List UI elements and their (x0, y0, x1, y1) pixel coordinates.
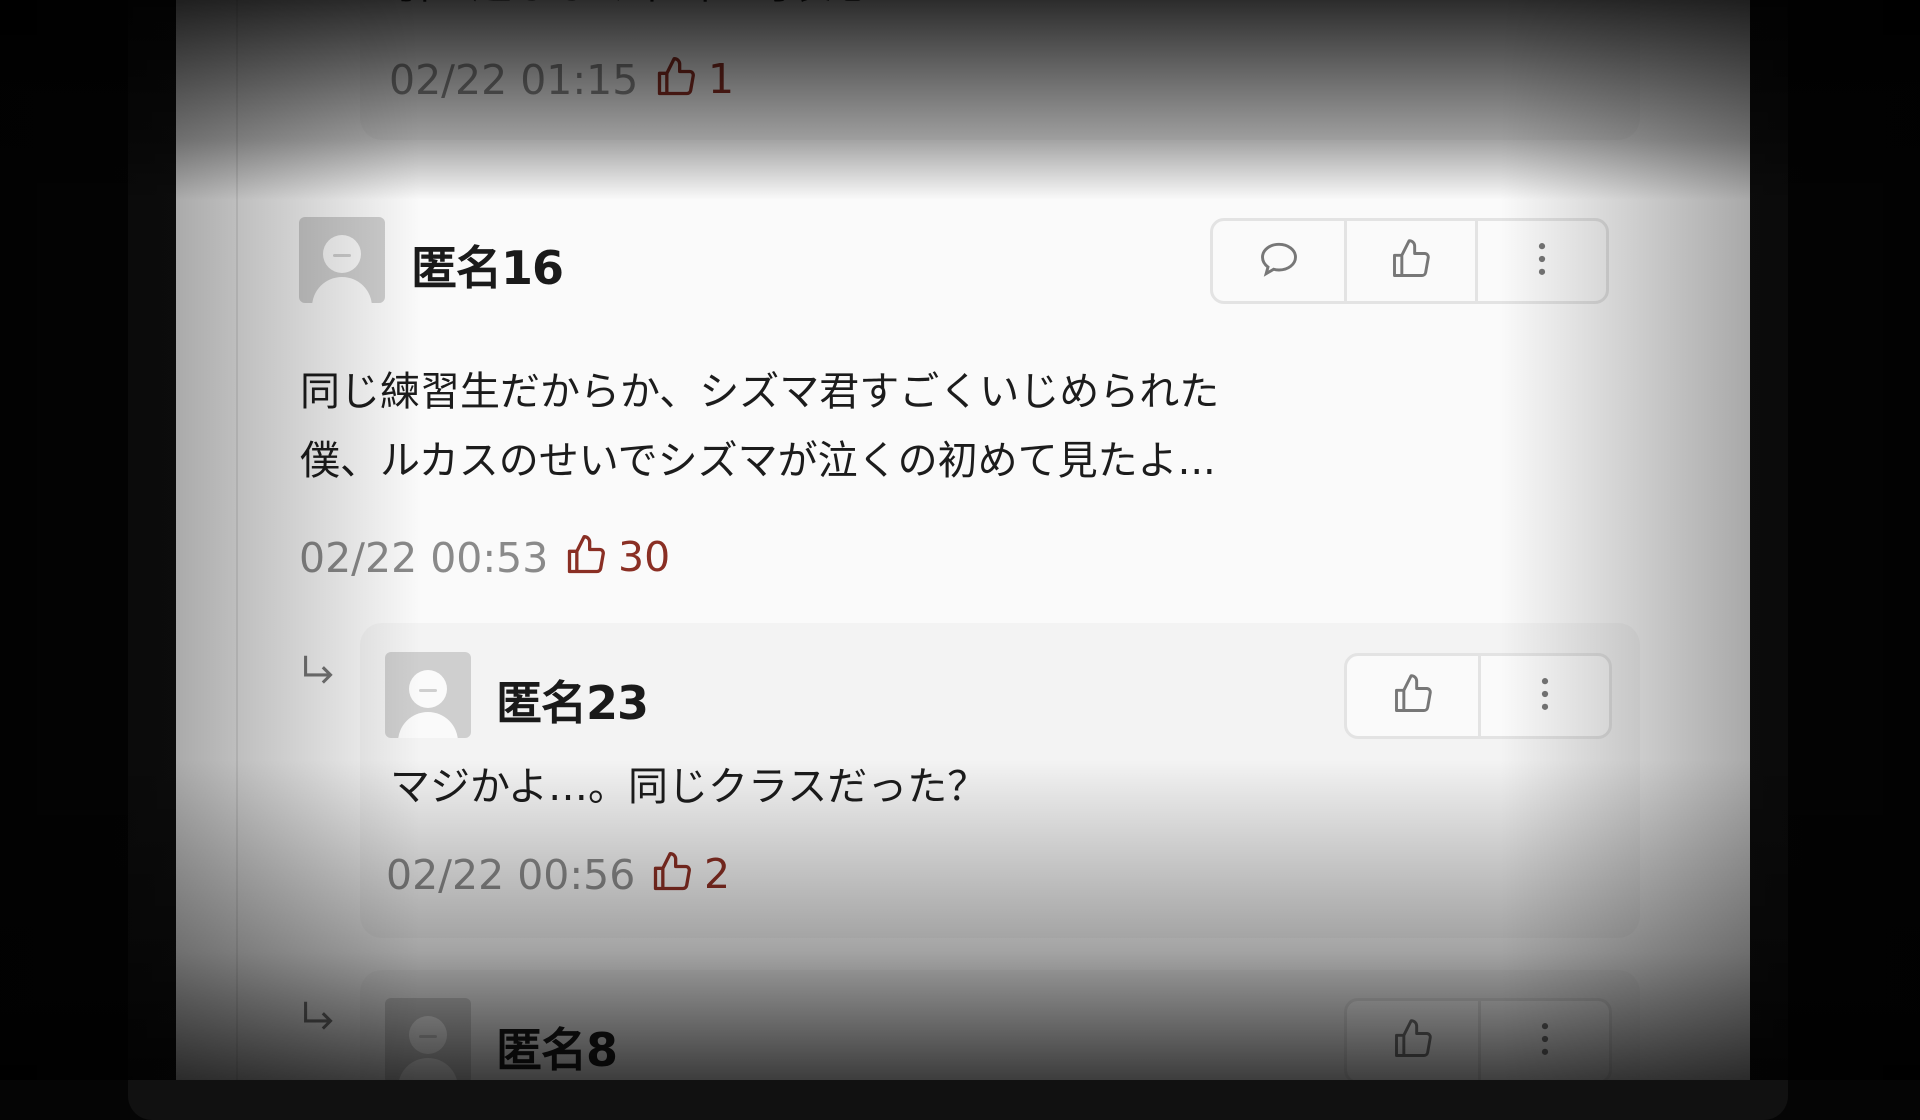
like-button[interactable] (1344, 221, 1475, 301)
comment-screen: 引っ越ししく本当に可哀想 02/22 01:15 1 匿名16 同じ練習生だから… (176, 0, 1750, 1080)
comment-like-info[interactable]: 30 (564, 533, 670, 581)
thumbs-up-icon (654, 55, 698, 103)
comment-text-line-2: 僕、ルカスのせいでシズマが泣くの初めて見たよ... (300, 438, 1216, 484)
avatar[interactable] (385, 998, 471, 1080)
more-vertical-icon (1523, 1017, 1567, 1065)
partial-comment-timestamp: 02/22 01:15 (389, 56, 639, 104)
thumbs-up-icon (650, 850, 694, 898)
more-options-button[interactable] (1475, 221, 1606, 301)
partial-comment-like-count: 1 (708, 55, 735, 103)
reply-username: 匿名8 (496, 1023, 618, 1077)
thread-line (236, 0, 238, 1080)
reply-like-count: 2 (704, 850, 731, 898)
reply-like-info[interactable]: 2 (650, 850, 730, 898)
avatar[interactable] (299, 217, 385, 303)
comment-timestamp: 02/22 00:53 (299, 534, 549, 582)
more-options-button[interactable] (1478, 1001, 1609, 1080)
more-vertical-icon (1520, 237, 1564, 285)
comment-icon (1257, 237, 1301, 285)
reply-arrow-icon (296, 996, 342, 1046)
thumbs-up-icon (1389, 237, 1433, 285)
reply-action-group (1344, 653, 1612, 739)
comment-action-group (1210, 218, 1609, 304)
reply-arrow-icon (296, 650, 342, 700)
reply-username: 匿名23 (496, 676, 649, 730)
avatar[interactable] (385, 652, 471, 738)
thumbs-up-icon (564, 533, 608, 581)
partial-comment-text: 引っ越ししく本当に可哀想 (392, 0, 872, 20)
reply-text: マジかよ…。同じクラスだった？ (390, 764, 988, 810)
reply-timestamp: 02/22 00:56 (386, 851, 636, 899)
comment-username: 匿名16 (411, 241, 564, 295)
partial-comment-like-info[interactable]: 1 (654, 55, 734, 103)
comment-like-count: 30 (618, 533, 671, 581)
like-button[interactable] (1347, 1001, 1478, 1080)
more-options-button[interactable] (1478, 656, 1609, 736)
comment-text-line-1: 同じ練習生だからか、シズマ君すごくいじめられた (300, 369, 1220, 415)
like-button[interactable] (1347, 656, 1478, 736)
more-vertical-icon (1523, 672, 1567, 720)
reply-action-group (1344, 998, 1612, 1080)
reply-button[interactable] (1213, 221, 1344, 301)
thumbs-up-icon (1391, 672, 1435, 720)
thumbs-up-icon (1391, 1017, 1435, 1065)
